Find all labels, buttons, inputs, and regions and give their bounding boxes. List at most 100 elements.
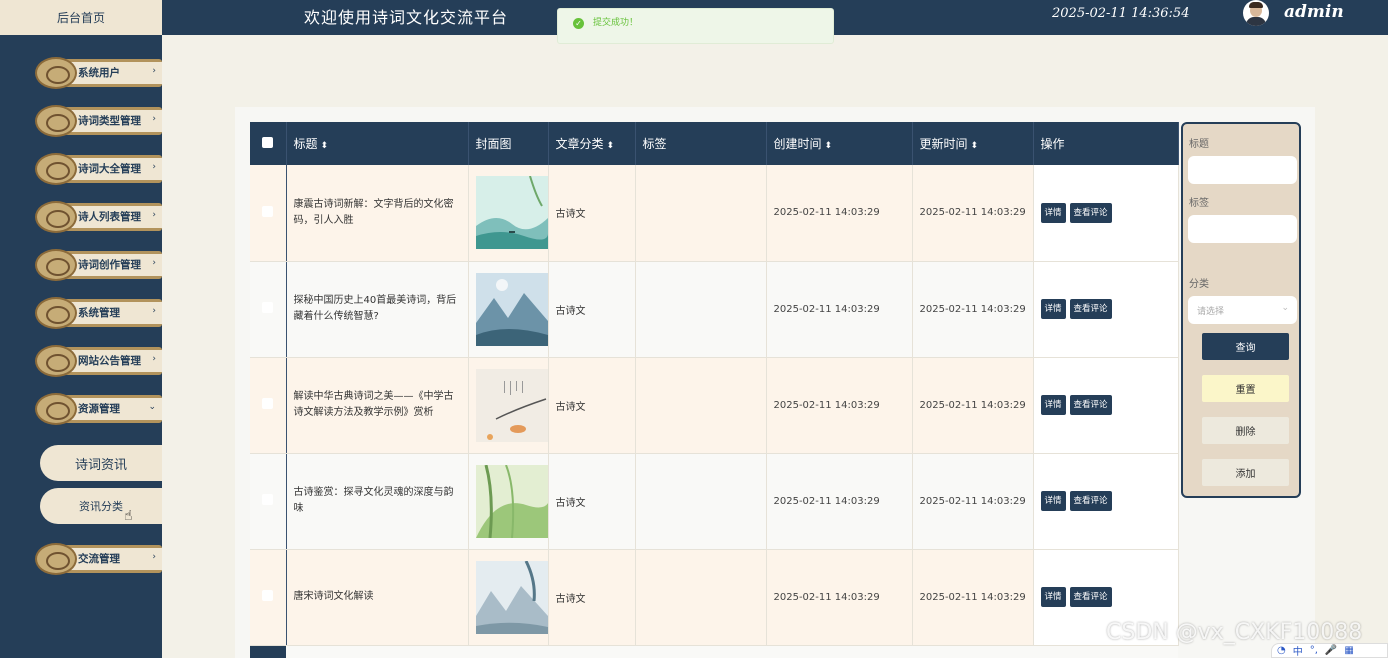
sort-icon[interactable]: ⬍ [607, 141, 615, 151]
cell-title: 探秘中国历史上40首最美诗词，背后藏着什么传统智慧? [286, 261, 469, 358]
row-checkbox[interactable] [250, 261, 287, 358]
table-row: 康震古诗词新解：文字背后的文化密码，引人入胜 古诗文 2025-02-11 14… [250, 165, 1179, 262]
cell-category: 古诗文 [548, 453, 636, 550]
detail-button[interactable]: 详情 [1040, 202, 1066, 223]
row-checkbox[interactable] [250, 357, 287, 454]
view-comments-button[interactable]: 查看评论 [1069, 491, 1112, 511]
chevron-right-icon: › [152, 210, 156, 220]
chevron-right-icon: › [152, 306, 156, 316]
sidebar-item-poem-collection[interactable]: 诗词大全管理 › [35, 151, 162, 187]
sidebar-subitem-news-category[interactable]: 资讯分类 [40, 488, 162, 524]
row-checkbox[interactable] [250, 549, 287, 646]
add-button[interactable]: 添加 [1202, 459, 1289, 486]
column-header-category[interactable]: 文章分类 ⬍ [548, 122, 636, 165]
cell-cover [468, 357, 549, 454]
username[interactable]: admin [1284, 2, 1344, 22]
cell-actions: 详情 查看评论 [1033, 453, 1179, 550]
cover-image [475, 368, 548, 442]
detail-button[interactable]: 详情 [1040, 587, 1066, 607]
microphone-icon[interactable]: 🎤 [1325, 645, 1337, 656]
chevron-right-icon: › [152, 552, 156, 562]
cell-created: 2025-02-11 14:03:29 [766, 261, 913, 358]
sidebar-item-label: 交流管理 [78, 553, 120, 565]
current-datetime: 2025-02-11 14:36:54 [1052, 6, 1190, 21]
view-comments-button[interactable]: 查看评论 [1069, 587, 1112, 607]
chevron-down-icon: ⌄ [1281, 303, 1289, 313]
cell-actions: 详情 查看评论 [1033, 165, 1179, 262]
detail-button[interactable]: 详情 [1040, 491, 1066, 511]
table-row: 解读中华古典诗词之美——《中学古诗文解读方法及教学示例》赏析 古诗文 2025-… [250, 357, 1179, 454]
cell-tags [635, 549, 767, 646]
view-comments-button[interactable]: 查看评论 [1069, 299, 1112, 319]
table-header-row: 标题 ⬍ 封面图 文章分类 ⬍ 标签 创建时间 ⬍ 更新时间 ⬍ 操作 [250, 122, 1179, 165]
cell-created: 2025-02-11 14:03:29 [766, 165, 913, 262]
column-header-updated[interactable]: 更新时间 ⬍ [912, 122, 1034, 165]
chevron-right-icon: › [152, 162, 156, 172]
sidebar-item-poem-types[interactable]: 诗词类型管理 › [35, 103, 162, 139]
cell-cover [468, 453, 549, 550]
delete-button[interactable]: 删除 [1202, 417, 1289, 444]
sort-icon[interactable]: ⬍ [825, 141, 833, 151]
sidebar-item-label: 系统用户 [78, 67, 120, 79]
category-filter-label: 分类 [1189, 279, 1209, 290]
grid-icon[interactable]: ▦ [1344, 645, 1353, 656]
query-button[interactable]: 查询 [1202, 333, 1289, 360]
search-panel: 标题 标签 分类 请选择 ⌄ 查询 重置 删除 添加 [1181, 122, 1301, 498]
column-header-actions: 操作 [1033, 122, 1179, 165]
cell-created: 2025-02-11 14:03:29 [766, 549, 913, 646]
cell-category: 古诗文 [548, 549, 636, 646]
sidebar-item-label: 诗词大全管理 [78, 163, 141, 175]
sidebar-subitem-poem-news[interactable]: 诗词资讯 [40, 445, 162, 481]
detail-button[interactable]: 详情 [1040, 395, 1066, 415]
ornament-icon [35, 543, 77, 575]
sort-icon[interactable]: ⬍ [321, 141, 329, 151]
view-comments-button[interactable]: 查看评论 [1069, 202, 1112, 223]
cell-actions: 详情 查看评论 [1033, 261, 1179, 358]
select-all-checkbox[interactable] [250, 122, 287, 165]
chevron-right-icon: › [152, 66, 156, 76]
cell-cover [468, 165, 549, 262]
detail-button[interactable]: 详情 [1040, 299, 1066, 319]
sidebar-item-system-management[interactable]: 系统管理 › [35, 295, 162, 331]
column-header-title[interactable]: 标题 ⬍ [286, 122, 469, 165]
sidebar-item-poet-list[interactable]: 诗人列表管理 › [35, 199, 162, 235]
tag-filter-input[interactable] [1188, 215, 1297, 243]
title-filter-input[interactable] [1188, 156, 1297, 184]
sidebar-item-label: 诗人列表管理 [78, 211, 141, 223]
ornament-icon [35, 153, 77, 185]
reset-button[interactable]: 重置 [1202, 375, 1289, 402]
cell-title: 古诗鉴赏：探寻文化灵魂的深度与韵味 [286, 453, 469, 550]
punctuation-icon[interactable]: °, [1310, 645, 1318, 656]
cell-title: 解读中华古典诗词之美——《中学古诗文解读方法及教学示例》赏析 [286, 357, 469, 454]
ornament-icon [35, 393, 77, 425]
cover-image [475, 176, 548, 250]
home-button[interactable]: 后台首页 [0, 0, 162, 35]
title-filter-label: 标题 [1189, 139, 1209, 150]
cell-actions: 详情 查看评论 [1033, 357, 1179, 454]
cell-cover [468, 549, 549, 646]
row-checkbox[interactable] [250, 165, 287, 262]
sidebar-item-resources[interactable]: 资源管理 ⌄ [35, 391, 162, 427]
chevron-right-icon: › [152, 354, 156, 364]
ornament-icon [35, 345, 77, 377]
site-title: 欢迎使用诗词文化交流平台 [304, 8, 509, 27]
sort-icon[interactable]: ⬍ [971, 141, 979, 151]
sidebar-item-system-users[interactable]: 系统用户 › [35, 55, 162, 91]
row-checkbox[interactable] [250, 453, 287, 550]
check-icon: ✓ [573, 18, 584, 29]
table-row: 古诗鉴赏：探寻文化灵魂的深度与韵味 古诗文 2025-02-11 14:03:2… [250, 453, 1179, 550]
column-header-created[interactable]: 创建时间 ⬍ [766, 122, 913, 165]
sidebar-item-announcements[interactable]: 网站公告管理 › [35, 343, 162, 379]
category-select[interactable]: 请选择 ⌄ [1188, 296, 1297, 324]
sidebar-item-label: 诗词类型管理 [78, 115, 141, 127]
ime-logo-icon: ◔ [1277, 645, 1286, 656]
sidebar-item-exchange[interactable]: 交流管理 › [35, 541, 162, 577]
sidebar-item-poem-creation[interactable]: 诗词创作管理 › [35, 247, 162, 283]
cover-image [475, 272, 548, 346]
view-comments-button[interactable]: 查看评论 [1069, 395, 1112, 415]
avatar[interactable] [1243, 0, 1269, 26]
cell-tags [635, 357, 767, 454]
ornament-icon [35, 249, 77, 281]
ime-language[interactable]: 中 [1293, 643, 1303, 658]
news-table: 标题 ⬍ 封面图 文章分类 ⬍ 标签 创建时间 ⬍ 更新时间 ⬍ 操作 康震古诗词新解：… [250, 122, 1179, 646]
